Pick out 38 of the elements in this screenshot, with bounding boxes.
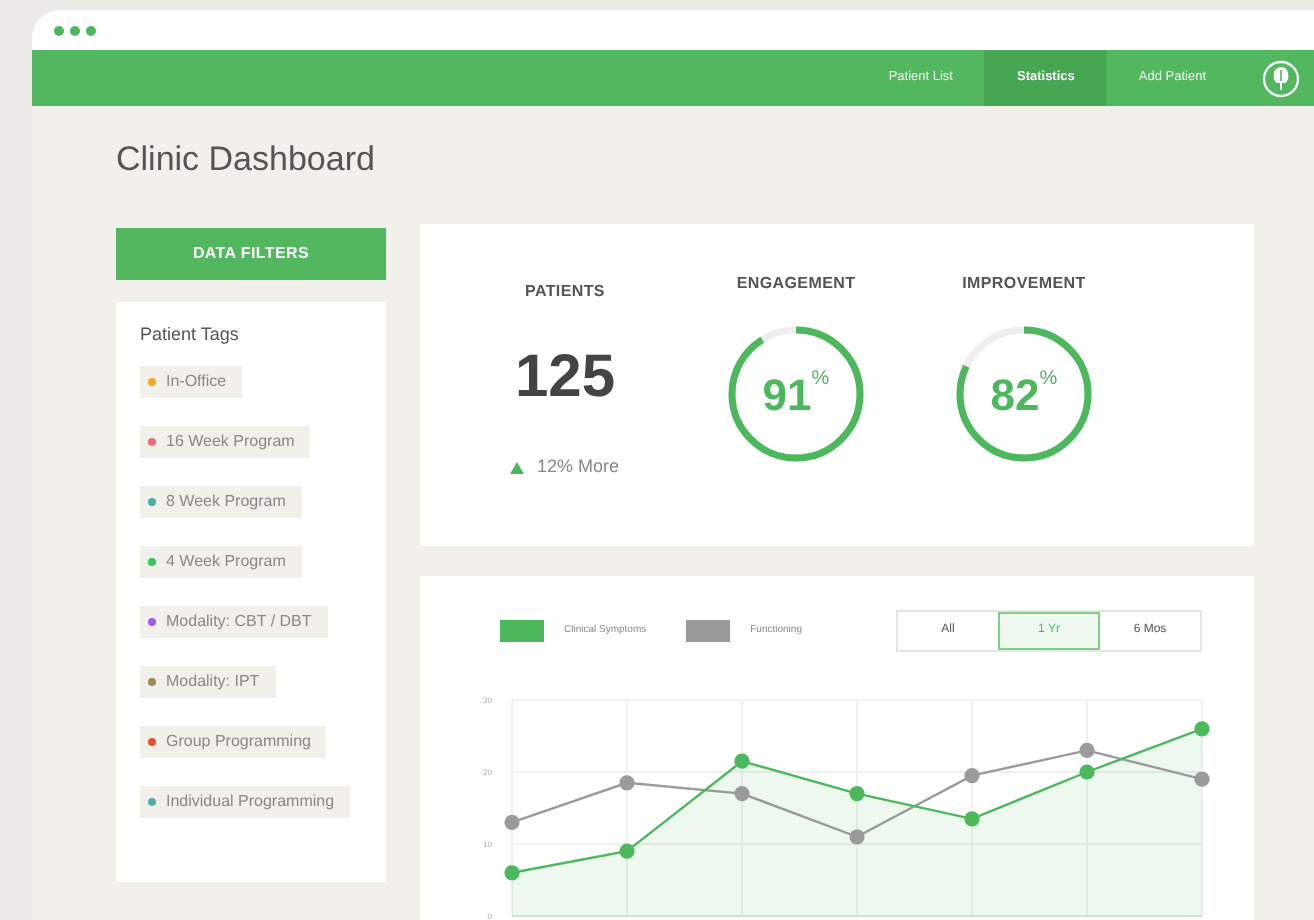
- legend-swatch: [500, 620, 544, 642]
- legend-swatch: [686, 620, 731, 642]
- data-point: [849, 829, 865, 845]
- data-point: [734, 786, 750, 802]
- data-point: [504, 865, 520, 881]
- data-point: [1079, 764, 1095, 780]
- data-point: [619, 775, 635, 791]
- tag-chip[interactable]: Group Programming: [140, 725, 327, 757]
- tag-chip[interactable]: Modality: IPT: [140, 665, 276, 697]
- data-filters-button[interactable]: DATA FILTERS: [116, 228, 386, 280]
- stat-label: ENGAGEMENT: [736, 272, 856, 296]
- stat-label: PATIENTS: [525, 280, 605, 304]
- data-point: [1194, 721, 1210, 737]
- data-point: [734, 753, 750, 769]
- percent-value: 91%: [762, 365, 830, 423]
- patients-count: 125: [514, 342, 616, 414]
- tag-chip[interactable]: 16 Week Program: [140, 425, 311, 457]
- percent-value: 82%: [990, 365, 1058, 423]
- data-point: [619, 843, 635, 859]
- tags-heading: Patient Tags: [140, 322, 241, 348]
- data-point: [1079, 742, 1095, 758]
- data-point: [504, 814, 520, 830]
- tag-chip[interactable]: Individual Programming: [140, 785, 351, 817]
- data-point: [964, 768, 980, 784]
- tag-chip[interactable]: Modality: CBT / DBT: [140, 605, 328, 637]
- tag-chip[interactable]: 4 Week Program: [140, 545, 302, 577]
- tag-chip[interactable]: 8 Week Program: [140, 485, 302, 517]
- logo-icon: [1262, 59, 1300, 97]
- data-point: [964, 811, 980, 827]
- data-point: [849, 786, 865, 802]
- progress-ring: [726, 324, 866, 464]
- change-text: 12% More: [536, 454, 620, 480]
- progress-ring: [954, 324, 1094, 464]
- page-title: Clinic Dashboard: [116, 138, 377, 182]
- up-triangle-icon: [510, 461, 525, 474]
- data-point: [1194, 771, 1210, 787]
- tag-chip[interactable]: In-Office: [140, 365, 243, 397]
- stat-label: IMPROVEMENT: [962, 272, 1086, 296]
